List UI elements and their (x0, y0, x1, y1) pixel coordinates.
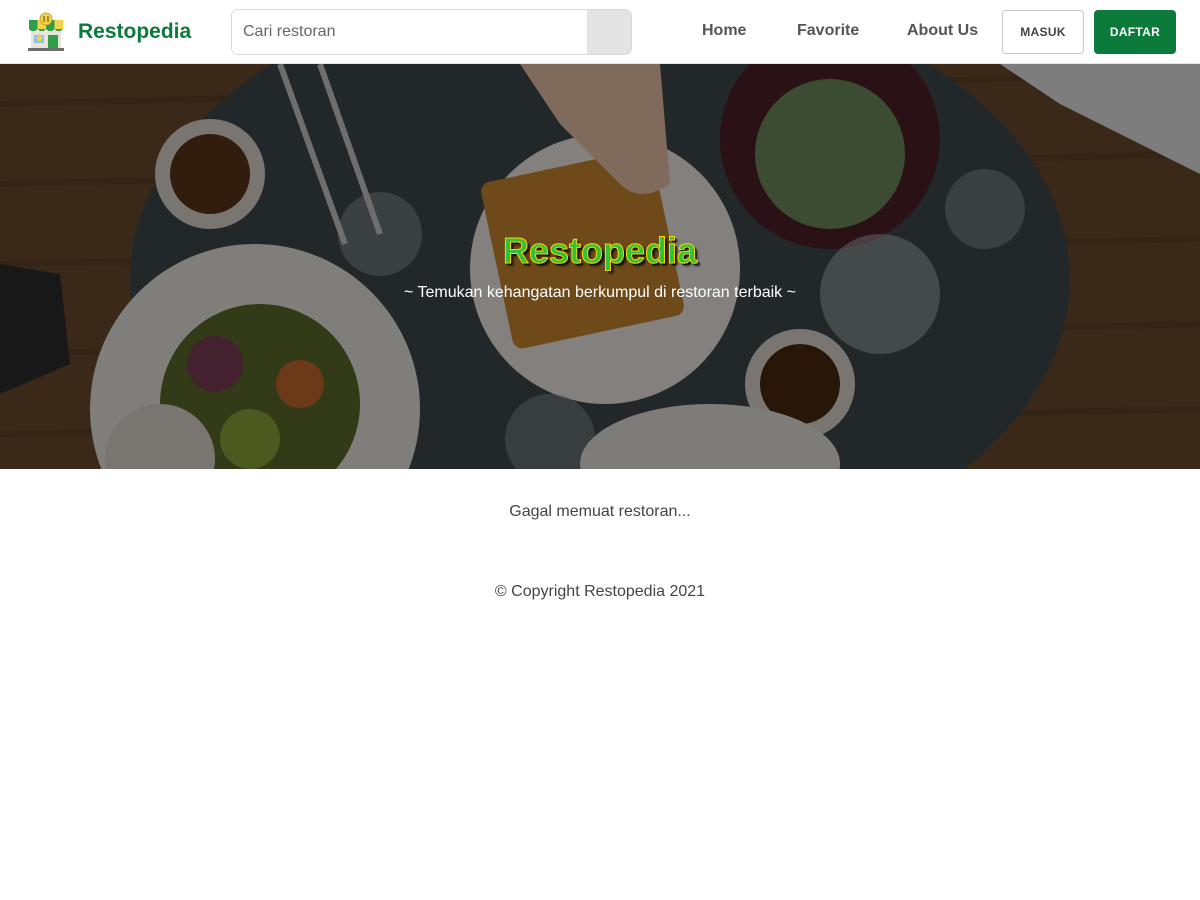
nav-favorite[interactable]: Favorite (797, 20, 859, 42)
brand-name: Restopedia (78, 20, 192, 43)
search-button[interactable] (587, 10, 631, 54)
hero-tagline: ~ Temukan kehangatan berkumpul di restor… (404, 284, 796, 301)
hero-banner: Restopedia ~ Temukan kehangatan berkumpu… (0, 64, 1200, 469)
brand-link[interactable]: Restopedia (25, 10, 191, 54)
nav-about-us[interactable]: About Us (907, 20, 978, 42)
register-button[interactable]: DAFTAR (1094, 10, 1176, 54)
store-icon (28, 12, 64, 51)
search-input[interactable] (232, 10, 587, 54)
search-bar (231, 9, 632, 55)
copyright-text: © Copyright Restopedia 2021 (494, 583, 706, 600)
login-button[interactable]: MASUK (1002, 10, 1084, 54)
site-header: Restopedia Home Favorite About Us MASUK … (0, 0, 1200, 64)
load-error-message: Gagal memuat restoran... (509, 503, 691, 520)
hero-title: Restopedia (502, 230, 698, 272)
site-footer: © Copyright Restopedia 2021 (0, 583, 1200, 601)
nav-home[interactable]: Home (702, 20, 746, 42)
search-icon (609, 32, 610, 33)
